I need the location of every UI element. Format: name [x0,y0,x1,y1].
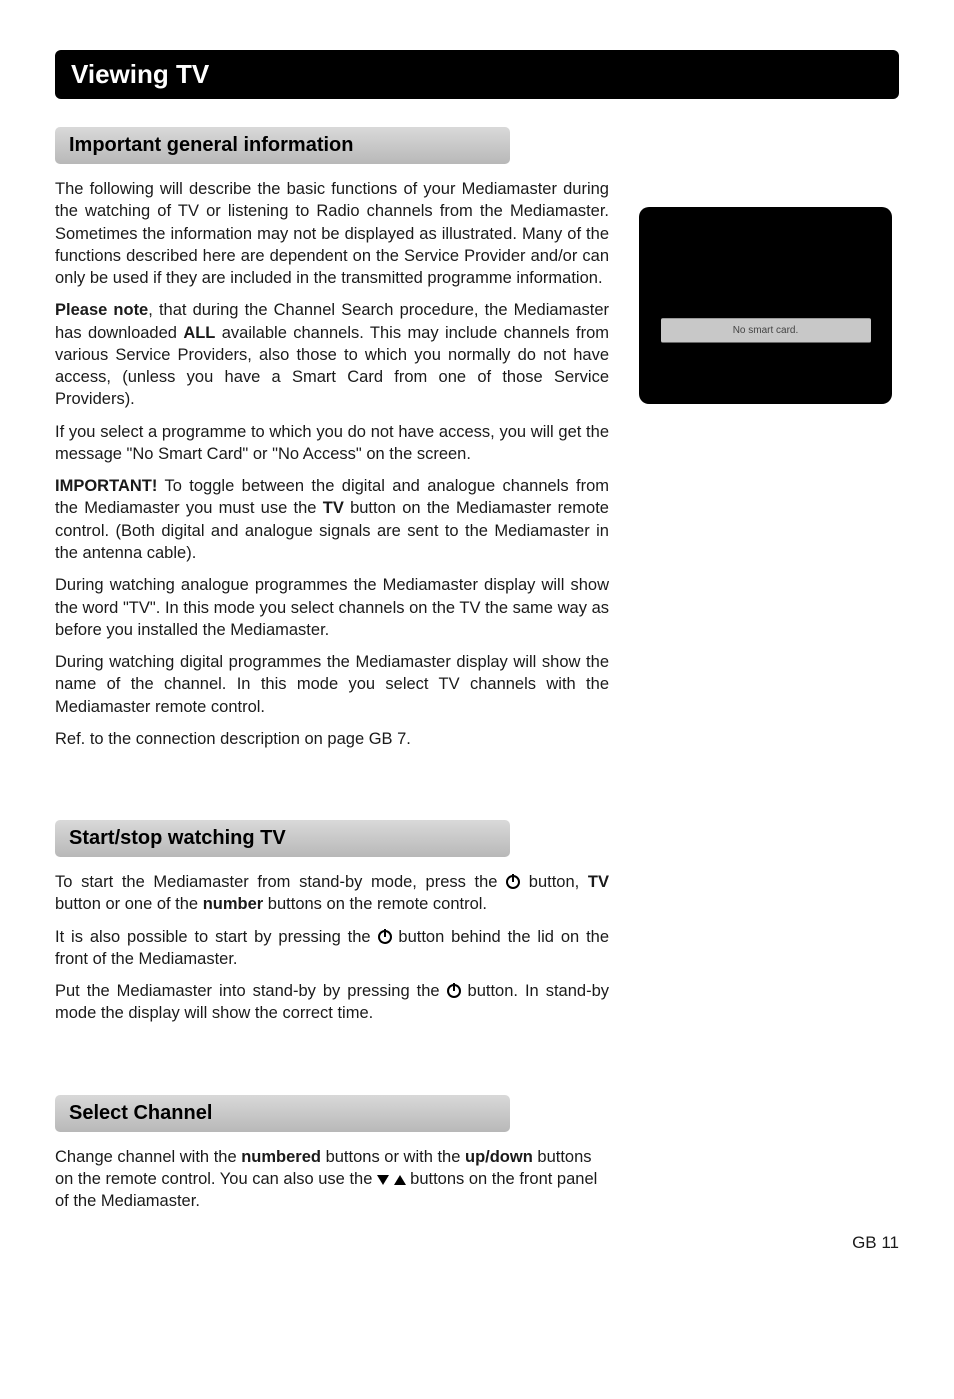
tv-banner-message: No smart card. [661,318,871,343]
para-important-7: Ref. to the connection description on pa… [55,728,609,750]
section-startstop: Start/stop watching TV To start the Medi… [55,820,609,1025]
content-row: Important general information The follow… [55,127,899,1223]
page-title: Viewing TV [55,50,899,99]
para-important-6: During watching digital programmes the M… [55,651,609,718]
text-tv: TV [588,873,609,891]
text-important-label: IMPORTANT! [55,477,157,495]
heading-select: Select Channel [55,1095,510,1132]
text: Put the Mediamaster into stand-by by pre… [55,982,447,1000]
para-important-3: If you select a programme to which you d… [55,421,609,466]
text-tv: TV [323,499,344,517]
heading-important: Important general information [55,127,510,164]
power-icon [378,930,392,944]
text: To start the Mediamaster from stand-by m… [55,873,506,891]
text-all: ALL [183,324,215,342]
section-important: Important general information The follow… [55,127,609,750]
text: button, [520,873,588,891]
para-important-4: IMPORTANT! To toggle between the digital… [55,475,609,564]
para-startstop-2: It is also possible to start by pressing… [55,926,609,971]
triangle-down-icon [377,1175,389,1185]
text: buttons on the remote control. [263,895,487,913]
power-icon [506,875,520,889]
text: button or one of the [55,895,203,913]
text: buttons or with the [321,1148,465,1166]
text: It is also possible to start by pressing… [55,928,378,946]
page-number: GB 11 [55,1233,899,1253]
text-numbered: numbered [241,1148,321,1166]
section-select: Select Channel Change channel with the n… [55,1095,609,1213]
text-please-note: Please note [55,301,148,319]
right-column: No smart card. [639,127,899,1223]
text-number: number [203,895,264,913]
left-column: Important general information The follow… [55,127,609,1223]
heading-startstop: Start/stop watching TV [55,820,510,857]
para-startstop-1: To start the Mediamaster from stand-by m… [55,871,609,916]
para-important-5: During watching analogue programmes the … [55,574,609,641]
para-select-1: Change channel with the numbered buttons… [55,1146,609,1213]
tv-screenshot: No smart card. [639,207,892,404]
text: Change channel with the [55,1148,241,1166]
triangle-up-icon [394,1175,406,1185]
text-updown: up/down [465,1148,533,1166]
para-important-1: The following will describe the basic fu… [55,178,609,289]
power-icon [447,984,461,998]
para-important-2: Please note, that during the Channel Sea… [55,299,609,410]
para-startstop-3: Put the Mediamaster into stand-by by pre… [55,980,609,1025]
